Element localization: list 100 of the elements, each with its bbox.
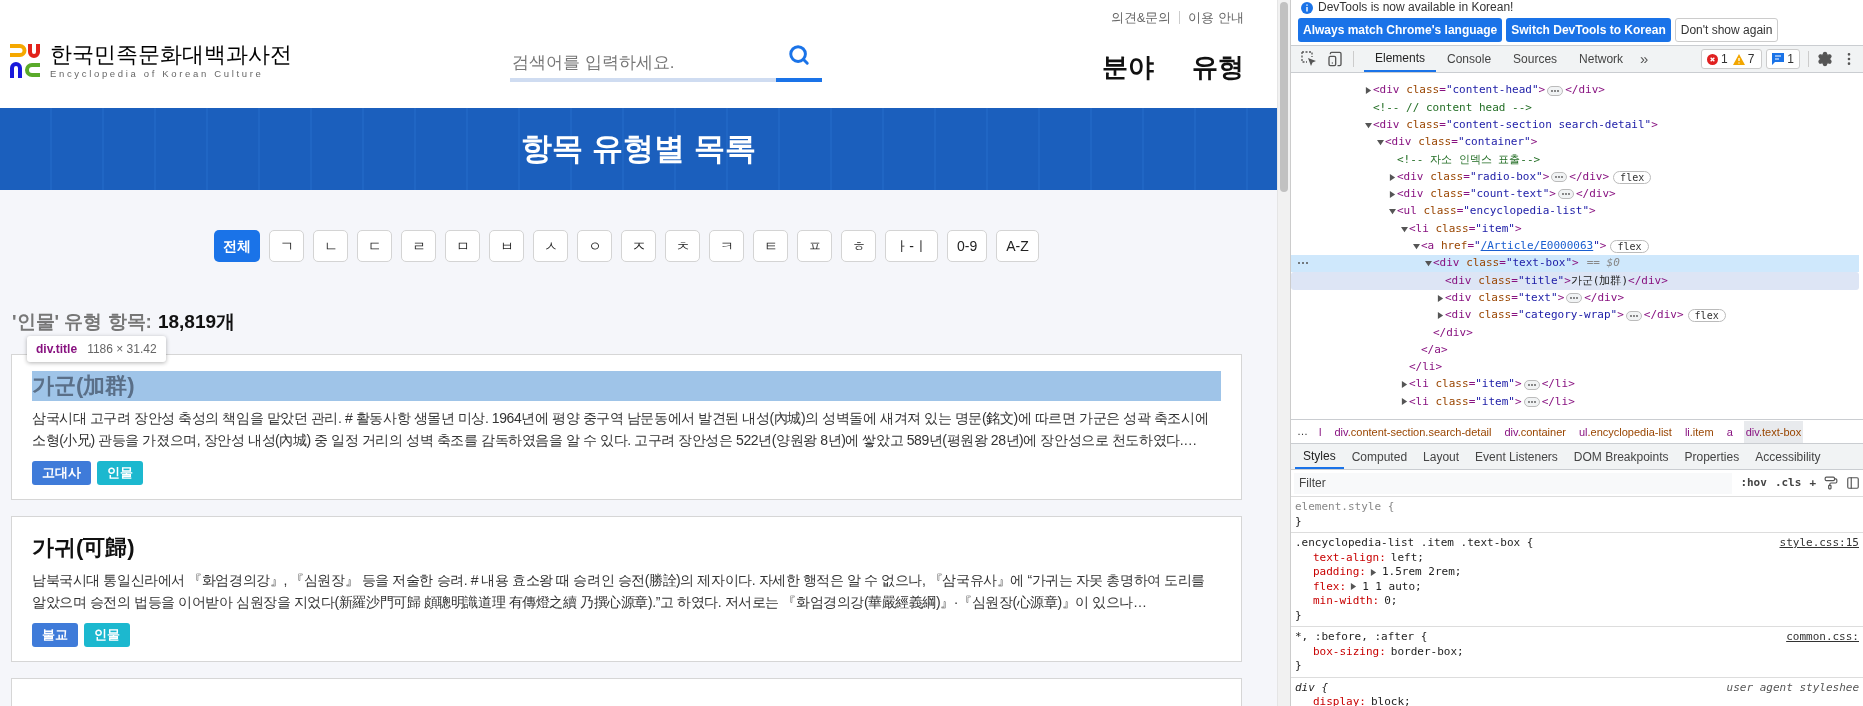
tree-row[interactable]: <!-- // content head --> bbox=[1291, 99, 1859, 117]
tree-row[interactable]: <li class="item"> bbox=[1291, 220, 1859, 238]
css-property-name[interactable]: box-sizing: bbox=[1313, 644, 1386, 659]
expand-arrow-icon[interactable] bbox=[1389, 173, 1396, 181]
scrollbar[interactable] bbox=[1280, 2, 1288, 192]
tree-row[interactable]: <ul class="encyclopedia-list"> bbox=[1291, 203, 1859, 221]
index-button[interactable]: ㅈ bbox=[621, 230, 657, 262]
devtools-tab[interactable]: Console bbox=[1436, 46, 1503, 72]
css-property-name[interactable]: flex: bbox=[1313, 579, 1347, 594]
breadcrumb[interactable]: div.content-section.search-detail bbox=[1332, 420, 1494, 443]
breadcrumb[interactable]: l bbox=[1317, 420, 1324, 443]
collapse-arrow-icon[interactable] bbox=[1389, 208, 1396, 216]
breadcrumb-overflow[interactable]: … bbox=[1297, 423, 1308, 440]
stylesheet-link[interactable]: style.css:15 bbox=[1779, 536, 1859, 551]
tree-row[interactable]: <li class="item"> </li> bbox=[1291, 393, 1859, 411]
index-button[interactable]: ㄴ bbox=[313, 230, 349, 262]
tree-row[interactable]: <div class="container"> bbox=[1291, 133, 1859, 152]
index-button[interactable]: 전체 bbox=[214, 230, 261, 262]
index-button[interactable]: ㅏ-ㅣ bbox=[885, 230, 938, 262]
settings-icon[interactable] bbox=[1817, 51, 1833, 67]
tree-row[interactable]: <!-- 자소 인덱스 표출--> bbox=[1291, 151, 1859, 169]
css-property-value[interactable]: block; bbox=[1371, 695, 1411, 706]
filter-toolbar-button[interactable]: + bbox=[1809, 474, 1816, 492]
issues-counter[interactable]: 1 7 bbox=[1700, 49, 1763, 69]
collapse-arrow-icon[interactable] bbox=[1365, 121, 1372, 129]
collapsed-content-icon[interactable] bbox=[1523, 397, 1540, 407]
tree-row[interactable]: <div class="radio-box"> </div> flex bbox=[1291, 168, 1859, 186]
index-button[interactable]: ㅅ bbox=[533, 230, 569, 262]
device-toolbar-icon[interactable] bbox=[1327, 51, 1343, 67]
collapse-arrow-icon[interactable] bbox=[1377, 139, 1384, 147]
css-property-name[interactable]: padding: bbox=[1313, 565, 1366, 580]
tree-row[interactable]: <div class="text-box"> == $0 bbox=[1291, 254, 1859, 273]
category-tag[interactable]: 고대사 bbox=[32, 461, 91, 485]
index-button[interactable]: ㅇ bbox=[577, 230, 613, 262]
css-property-value[interactable]: border-box; bbox=[1390, 644, 1464, 659]
collapsed-content-icon[interactable] bbox=[1566, 293, 1583, 304]
collapse-arrow-icon[interactable] bbox=[1413, 242, 1420, 250]
css-property-name[interactable]: min-width: bbox=[1313, 594, 1380, 609]
styles-pane-tab[interactable]: Properties bbox=[1676, 444, 1748, 469]
collapse-arrow-icon[interactable] bbox=[1401, 225, 1408, 233]
notice-button[interactable]: Always match Chrome's language bbox=[1298, 18, 1503, 42]
css-property-value[interactable]: 1 1 auto; bbox=[1362, 579, 1422, 594]
index-button[interactable]: ㅊ bbox=[665, 230, 701, 262]
index-button[interactable]: ㅌ bbox=[753, 230, 789, 262]
tree-row[interactable]: <li class="item"> </li> bbox=[1291, 376, 1859, 394]
collapsed-content-icon[interactable] bbox=[1547, 85, 1564, 96]
expand-arrow-icon[interactable] bbox=[1389, 190, 1396, 198]
collapsed-content-icon[interactable] bbox=[1558, 189, 1574, 200]
index-button[interactable]: ㅍ bbox=[797, 230, 833, 262]
expand-arrow-icon[interactable] bbox=[1401, 398, 1408, 406]
css-property-value[interactable]: left; bbox=[1390, 550, 1424, 565]
expand-arrow-icon[interactable] bbox=[1350, 583, 1358, 591]
nav-link[interactable]: 유형 bbox=[1192, 48, 1244, 87]
logo-icon[interactable] bbox=[10, 44, 42, 78]
styles-pane-tab[interactable]: DOM Breakpoints bbox=[1565, 444, 1677, 469]
index-button[interactable]: ㅂ bbox=[489, 230, 525, 262]
collapsed-content-icon[interactable] bbox=[1523, 379, 1540, 390]
stylesheet-link[interactable]: user agent styleshee bbox=[1726, 680, 1859, 695]
devtools-tab[interactable]: Sources bbox=[1502, 46, 1569, 72]
tree-row[interactable]: <div class="text"> </div> bbox=[1291, 289, 1859, 307]
header-link[interactable]: 의견&문의 bbox=[1110, 10, 1172, 24]
index-button[interactable]: ㅁ bbox=[445, 230, 481, 262]
breadcrumb[interactable]: ul.encyclopedia-list bbox=[1576, 420, 1674, 443]
index-button[interactable]: 0-9 bbox=[946, 230, 988, 262]
css-property-value[interactable]: 1.5rem 2rem; bbox=[1382, 565, 1462, 580]
sidebar-toggle-icon[interactable] bbox=[1846, 476, 1860, 490]
filter-toolbar-button[interactable]: :hov bbox=[1740, 474, 1767, 492]
inspect-element-icon[interactable] bbox=[1301, 51, 1317, 67]
devtools-tab[interactable]: Elements bbox=[1364, 46, 1437, 72]
header-link[interactable]: 이용 안내 bbox=[1179, 10, 1244, 24]
tree-row[interactable]: <div class="count-text"> </div> bbox=[1291, 185, 1859, 204]
breadcrumb[interactable]: li.item bbox=[1682, 420, 1716, 443]
styles-pane-tab[interactable]: Computed bbox=[1343, 444, 1416, 469]
tree-row[interactable]: <div class="title">가군(加群)</div> bbox=[1291, 272, 1859, 290]
entry-card[interactable] bbox=[11, 516, 1242, 662]
index-button[interactable]: ㄷ bbox=[357, 230, 393, 262]
messages-counter[interactable]: 1 bbox=[1766, 49, 1800, 69]
collapsed-content-icon[interactable] bbox=[1625, 310, 1642, 321]
styles-pane-tab[interactable]: Event Listeners bbox=[1467, 444, 1566, 469]
expand-arrow-icon[interactable] bbox=[1365, 87, 1372, 95]
tree-row[interactable]: <div class="category-wrap"> </div> flex bbox=[1291, 306, 1859, 325]
devtools-tab[interactable]: Network bbox=[1568, 46, 1635, 72]
tree-row[interactable]: <div class="content-section search-detail"> bbox=[1291, 116, 1859, 134]
filter-toolbar-button[interactable]: .cls bbox=[1774, 474, 1802, 492]
more-tabs-button[interactable]: » bbox=[1634, 47, 1655, 71]
index-button[interactable]: ㄱ bbox=[269, 230, 305, 262]
collapse-arrow-icon[interactable] bbox=[1425, 260, 1432, 268]
search-field[interactable]: 검색어를 입력하세요. bbox=[510, 48, 776, 82]
collapsed-content-icon[interactable] bbox=[1551, 172, 1568, 183]
search-button[interactable] bbox=[776, 44, 822, 82]
breadcrumb[interactable]: div.container bbox=[1502, 420, 1568, 443]
expand-arrow-icon[interactable] bbox=[1437, 294, 1444, 302]
paint-roller-icon[interactable] bbox=[1824, 476, 1838, 490]
category-tag[interactable]: 불교 bbox=[32, 623, 78, 647]
index-button[interactable]: A-Z bbox=[996, 230, 1039, 262]
expand-arrow-icon[interactable] bbox=[1401, 381, 1408, 389]
css-property-name[interactable]: text-align: bbox=[1313, 550, 1386, 565]
entry-title[interactable]: 가귀(可歸) bbox=[32, 533, 1221, 563]
styles-pane-tab[interactable]: Styles bbox=[1295, 444, 1344, 469]
styles-pane-tab[interactable]: Accessibility bbox=[1747, 444, 1829, 469]
